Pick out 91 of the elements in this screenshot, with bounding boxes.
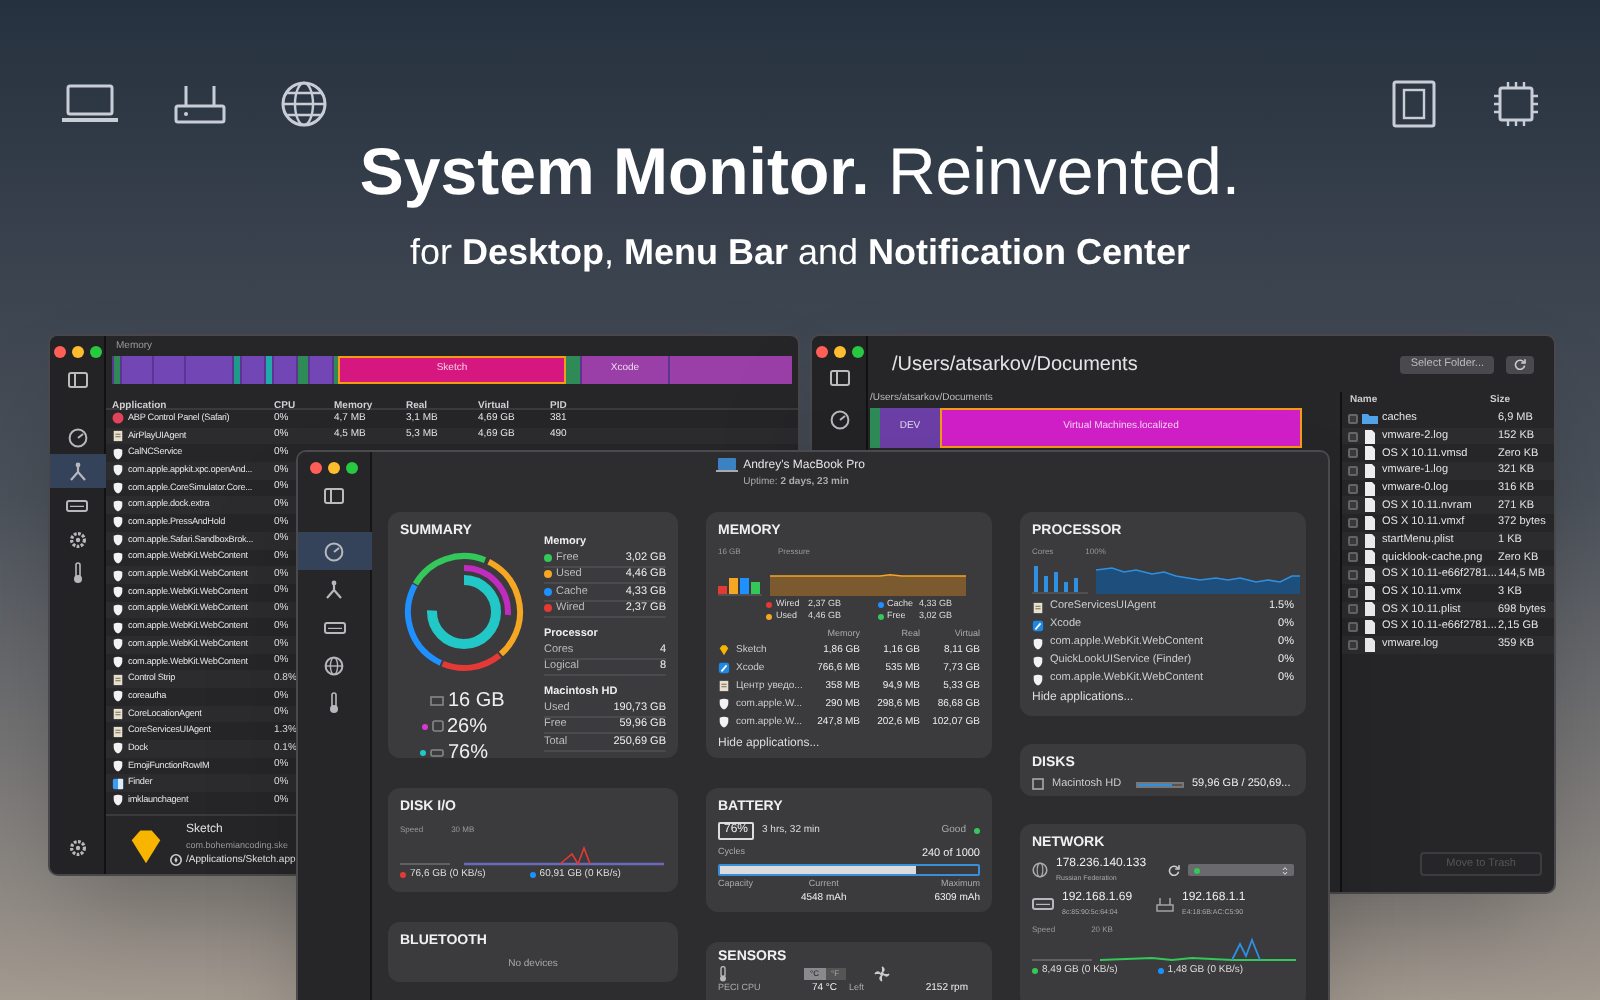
globe-icon [324,655,344,675]
shield-icon [112,794,124,807]
document-icon [112,725,124,738]
treemap-block[interactable] [240,356,264,384]
minimize-button[interactable] [328,462,340,474]
branch-icon [67,461,87,481]
document-icon [112,673,124,686]
checkbox[interactable] [1348,552,1358,563]
stat-value: 16 GB [448,687,507,715]
gear-icon [67,529,87,549]
close-button[interactable] [815,346,827,358]
thermometer-icon [328,692,340,714]
zoom-button[interactable] [346,462,358,474]
sidebar-item[interactable] [50,454,105,488]
subheadline: for Desktop, Menu Bar and Notification Center [407,230,1193,276]
laptop-icon [715,458,738,472]
ring-chart-drawing [400,548,528,676]
headline: System Monitor. Reinvented. [357,132,1243,212]
checkbox[interactable] [1348,448,1358,459]
document-icon [112,430,124,443]
gauge-icon [829,409,849,429]
checkbox[interactable] [1348,535,1358,546]
treemap-block[interactable] [264,356,272,384]
checkbox[interactable] [1348,517,1358,528]
checkbox[interactable] [1348,413,1358,424]
fan-icon [873,966,890,982]
stat-value: 76% [448,739,491,767]
memory-module-icon [1392,80,1436,128]
close-button[interactable] [310,462,322,474]
treemap-block[interactable] [332,356,338,384]
drive-icon [323,619,345,635]
interface-dropdown[interactable] [1188,864,1294,877]
refresh-icon[interactable] [1168,864,1180,877]
document-icon [112,708,124,721]
thermometer-icon [718,966,728,982]
stop-sign-icon [112,412,124,425]
shield-icon [112,690,124,703]
window-title: /Users/atsarkov/Documents [892,351,1140,379]
diamond-icon [126,825,166,865]
gear-icon [67,838,87,858]
treemap-block[interactable] [308,356,332,384]
treemap-block[interactable] [152,356,184,384]
checkbox[interactable] [1348,570,1358,581]
chip-icon [431,720,443,732]
drive-icon [66,497,88,513]
refresh-icon [1514,358,1526,370]
close-button[interactable] [53,346,65,358]
router-icon [1156,897,1174,912]
thermometer-icon [71,562,83,584]
treemap-block[interactable] [112,356,120,384]
compass-icon [170,854,182,867]
diamond-icon [718,644,730,657]
minimize-button[interactable] [71,346,83,358]
sidebar-toggle-icon[interactable] [324,488,344,504]
refresh-button[interactable] [1506,355,1534,373]
drive-icon [430,747,444,757]
branch-icon [324,579,344,599]
monitor-icon [1032,896,1054,913]
chip-icon [1492,80,1540,128]
globe-icon [1032,862,1048,879]
gauge-icon [324,541,344,561]
chevron-icon [1282,865,1288,876]
treemap-block[interactable] [120,356,152,384]
checkbox[interactable] [1348,431,1358,442]
globe-icon [280,80,328,128]
document-icon [1032,601,1044,613]
checkbox[interactable] [1348,500,1358,511]
minimize-button[interactable] [833,346,845,358]
treemap-block[interactable] [232,356,240,384]
zoom-button[interactable] [89,346,101,358]
bar-chart-drawing [718,578,762,596]
checkbox[interactable] [1348,604,1358,615]
memory-chip-icon [430,695,444,705]
sidebar-item[interactable] [298,532,371,570]
treemap-block[interactable] [184,356,232,384]
sidebar-toggle-icon[interactable] [829,370,849,386]
document-icon [718,680,730,693]
checkbox[interactable] [1348,622,1358,633]
checkbox[interactable] [1348,587,1358,598]
treemap-block[interactable] [272,356,296,384]
checkbox[interactable] [1348,639,1358,650]
stat-value: 26% [447,713,490,741]
checkbox[interactable] [1348,483,1358,494]
zoom-button[interactable] [851,346,863,358]
router-icon [172,82,228,126]
sidebar-toggle-icon[interactable] [67,372,87,388]
gauge-icon [67,427,87,447]
laptop-icon [60,84,120,124]
treemap-block[interactable] [296,356,308,384]
checkbox[interactable] [1348,465,1358,476]
drive-icon [1032,778,1044,791]
